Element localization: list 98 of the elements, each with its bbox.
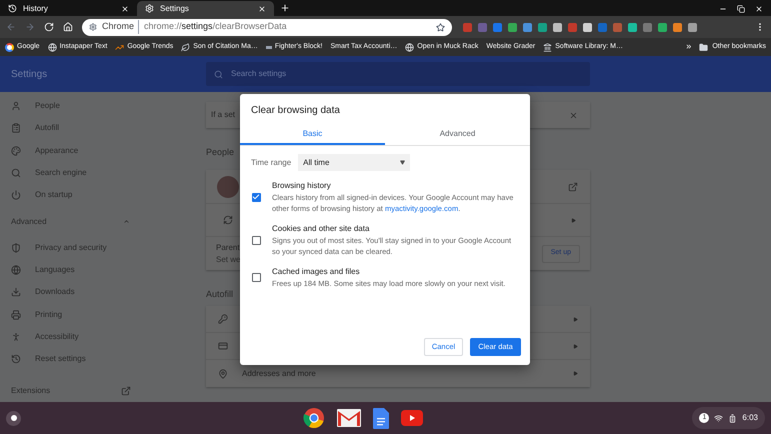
- bookmarks-overflow-button[interactable]: »: [686, 40, 692, 54]
- sidebar-item[interactable]: Accessibility: [0, 326, 196, 348]
- leaf-icon: [181, 42, 190, 52]
- tab-title: History: [23, 2, 49, 14]
- search-field[interactable]: Search settings: [206, 62, 590, 86]
- arrow-right-icon[interactable]: [573, 344, 578, 348]
- folder-icon: [699, 42, 708, 52]
- dialog-tab[interactable]: Advanced: [385, 125, 530, 145]
- sidebar-item[interactable]: Privacy and security: [0, 236, 196, 260]
- clock-time: 6:03: [742, 412, 758, 424]
- arrow-right-icon[interactable]: [571, 218, 576, 222]
- time-range-label: Time range: [251, 156, 292, 168]
- palette-icon: [11, 146, 21, 156]
- sidebar-item[interactable]: Languages: [0, 259, 196, 282]
- item-title: Browsing history: [272, 180, 332, 192]
- back-icon[interactable]: [6, 22, 16, 32]
- key-icon: [218, 314, 228, 324]
- gear-icon: [89, 23, 97, 31]
- browser-tab[interactable]: Settings: [137, 1, 274, 16]
- arrow-right-icon[interactable]: [573, 316, 578, 322]
- address-bar[interactable]: Chrome chrome://settings/clearBrowserData: [82, 18, 452, 36]
- dropdown-caret-icon: [400, 160, 406, 165]
- home-icon[interactable]: [63, 22, 73, 32]
- search-icon: [214, 70, 223, 78]
- star-icon[interactable]: [436, 22, 445, 32]
- caret-up-icon: [123, 218, 130, 226]
- item-title: Cookies and other site data: [272, 223, 370, 235]
- extension-square-icon[interactable]: [673, 22, 682, 32]
- extension-square-icon[interactable]: [658, 22, 667, 32]
- accessibility-icon: [11, 332, 21, 342]
- time-range-select[interactable]: All time: [298, 154, 410, 171]
- extension-square-icon[interactable]: [553, 22, 562, 32]
- item-title: Cached images and files: [272, 266, 361, 278]
- globe-icon: [11, 265, 21, 276]
- url-text: chrome://settings/clearBrowserData: [144, 20, 288, 34]
- document-icon[interactable]: [372, 408, 389, 428]
- checkbox[interactable]: [252, 273, 260, 282]
- checkbox[interactable]: [252, 236, 260, 244]
- sidebar-item[interactable]: People: [0, 95, 196, 118]
- globe-icon: [405, 42, 414, 52]
- power-icon: [11, 190, 21, 200]
- shield-icon: [11, 242, 21, 253]
- play-button-icon[interactable]: [400, 410, 423, 426]
- sidebar-item[interactable]: On startup: [0, 184, 196, 206]
- advanced-toggle[interactable]: Advanced: [0, 206, 196, 237]
- extension-square-icon[interactable]: [538, 22, 547, 32]
- dialog-title: Clear browsing data: [250, 104, 341, 118]
- credit-card-icon: [218, 341, 228, 351]
- search-input[interactable]: Search settings: [231, 68, 582, 80]
- section-heading: Autofill: [206, 288, 234, 301]
- sync-icon: [223, 215, 233, 225]
- reload-icon[interactable]: [44, 22, 54, 32]
- site-label: Chrome: [102, 20, 140, 34]
- battery-icon: [728, 414, 738, 422]
- arrow-right-icon[interactable]: [573, 371, 578, 376]
- extension-square-icon[interactable]: [688, 22, 697, 32]
- printer-icon: [11, 310, 21, 320]
- parental-title: Parent: [216, 242, 240, 254]
- download-icon: [11, 287, 21, 298]
- external-link-icon[interactable]: [121, 386, 131, 396]
- new-tab-icon[interactable]: [280, 3, 290, 13]
- wifi-icon: [714, 414, 724, 422]
- globe-icon: [48, 42, 57, 52]
- extension-square-icon[interactable]: [508, 22, 517, 32]
- sidebar-item[interactable]: Printing: [0, 304, 196, 326]
- extension-square-icon[interactable]: [628, 22, 637, 32]
- restore-icon[interactable]: [737, 5, 745, 13]
- settings-title: Settings: [10, 68, 48, 82]
- clipboard-icon: [11, 123, 21, 134]
- round-logo-icon[interactable]: [302, 407, 325, 429]
- search-icon: [11, 168, 21, 178]
- sidebar-item[interactable]: Search engine: [0, 162, 196, 184]
- clock-arrow-icon: [11, 354, 21, 364]
- person-icon: [11, 101, 21, 112]
- sidebar-item[interactable]: Appearance: [0, 140, 196, 162]
- small-mark-icon: [266, 46, 272, 48]
- sidebar-item[interactable]: Reset settings: [0, 348, 196, 370]
- trend-line-icon: [115, 42, 124, 52]
- autofill-row-label[interactable]: Addresses and more: [242, 368, 559, 380]
- extension-square-icon[interactable]: [523, 22, 532, 32]
- mail-envelope-icon[interactable]: [336, 409, 361, 427]
- dialog-tab[interactable]: Basic: [240, 125, 385, 145]
- sidebar-item[interactable]: Downloads: [0, 281, 196, 304]
- tab-title: Settings: [160, 2, 190, 14]
- clock-arrow-icon: [8, 4, 17, 13]
- extension-square-icon[interactable]: [583, 22, 592, 32]
- external-link-icon[interactable]: [568, 182, 578, 192]
- sidebar-item[interactable]: Autofill: [0, 117, 196, 140]
- extensions-link[interactable]: Extensions: [11, 385, 121, 398]
- launcher-button[interactable]: [6, 410, 21, 426]
- notice-text: If a set: [211, 109, 236, 121]
- check-icon: [252, 193, 260, 201]
- forward-icon[interactable]: [25, 22, 35, 32]
- building-icon: [543, 42, 552, 52]
- checkbox[interactable]: [252, 192, 260, 202]
- gear-icon: [145, 4, 154, 13]
- map-pin-icon: [218, 368, 228, 378]
- section-heading: People: [206, 146, 236, 159]
